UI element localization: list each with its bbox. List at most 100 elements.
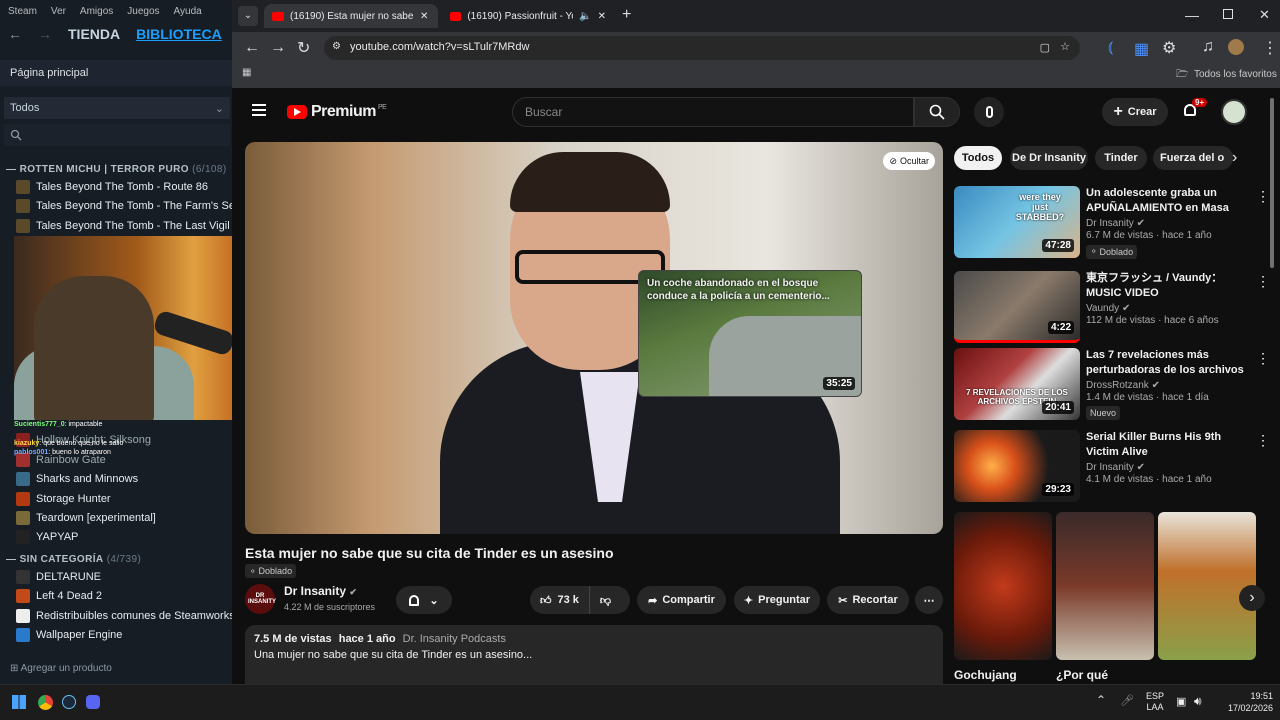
game-item[interactable]: YAPYAP: [16, 528, 78, 546]
chip-tinder[interactable]: Tinder: [1095, 146, 1147, 170]
steam-menu-juegos[interactable]: Juegos: [127, 6, 159, 17]
short-card[interactable]: [1158, 512, 1256, 660]
apps-grid-icon[interactable]: ▦: [242, 67, 251, 78]
search-input[interactable]: Buscar: [512, 97, 914, 127]
language-indicator[interactable]: ESP LAA: [1146, 691, 1164, 713]
dislike-button[interactable]: 👎︎: [590, 594, 611, 607]
description-tag[interactable]: Dr. Insanity Podcasts: [403, 633, 506, 645]
chrome-taskbar-icon[interactable]: [38, 695, 53, 710]
steam-menu-ver[interactable]: Ver: [51, 6, 66, 17]
extension-audio-icon[interactable]: ⦅: [1108, 39, 1113, 57]
microphone-tray-icon[interactable]: 🎤︎: [1120, 694, 1134, 707]
extensions-icon[interactable]: ⚙: [1162, 38, 1176, 58]
scrollbar[interactable]: [1270, 98, 1274, 268]
category-header[interactable]: — SIN CATEGORÍA (4/739): [6, 554, 141, 565]
tab-passionfruit[interactable]: (16190) Passionfruit - YouTu 🔈 ✕: [442, 4, 614, 28]
more-vert-icon[interactable]: ⋮: [1256, 350, 1270, 367]
chrome-menu-icon[interactable]: ⋮: [1262, 38, 1278, 58]
game-item[interactable]: Tales Beyond The Tomb - Route 86: [16, 178, 208, 196]
maximize-button[interactable]: [1223, 9, 1233, 19]
notifications-button[interactable]: 9+: [1182, 98, 1208, 120]
description-box[interactable]: 7.5 M de vistas hace 1 año Dr. Insanity …: [245, 625, 943, 684]
chip-todos[interactable]: Todos: [954, 146, 1002, 170]
channel-name[interactable]: Dr Insanity ✔: [284, 584, 357, 598]
chip-channel[interactable]: De Dr Insanity: [1010, 146, 1088, 170]
media-control-icon[interactable]: ♫: [1202, 38, 1214, 56]
chip-fuerza[interactable]: Fuerza del o: [1153, 146, 1233, 170]
cast-icon[interactable]: ▢: [1040, 41, 1050, 54]
nav-biblioteca[interactable]: BIBLIOTECA: [136, 26, 222, 42]
chevron-right-icon[interactable]: ›: [1232, 149, 1237, 167]
more-vert-icon[interactable]: ⋮: [1256, 188, 1270, 205]
more-vert-icon[interactable]: ⋮: [1256, 432, 1270, 449]
more-actions-button[interactable]: ⋯: [915, 586, 943, 614]
library-search-input[interactable]: [4, 124, 230, 146]
filter-dropdown[interactable]: Todos ⌄: [4, 97, 230, 119]
game-item[interactable]: Redistribuibles comunes de Steamworks: [16, 607, 235, 625]
clip-button[interactable]: ✂ Recortar: [827, 586, 909, 614]
video-player[interactable]: ⊘ Ocultar Un coche abandonado en el bosqu…: [245, 142, 943, 534]
translate-icon[interactable]: ▦: [1134, 39, 1149, 59]
create-button[interactable]: + Crear: [1102, 98, 1168, 126]
channel-avatar[interactable]: DR INSANITY: [245, 584, 276, 614]
home-link[interactable]: Página principal: [0, 60, 232, 86]
forward-icon[interactable]: →: [270, 39, 286, 57]
tab-video[interactable]: (16190) Esta mujer no sabe que ✕: [264, 4, 438, 28]
clock[interactable]: 19:51 17/02/2026: [1228, 690, 1273, 714]
url-input[interactable]: ⚙ youtube.com/watch?v=sLTulr7MRdw ▢ ☆: [324, 36, 1080, 60]
hide-endscreen-button[interactable]: ⊘ Ocultar: [883, 152, 935, 170]
windows-start-icon[interactable]: [12, 695, 26, 709]
game-item[interactable]: Tales Beyond The Tomb - The Farm's Secre…: [16, 197, 253, 215]
search-button[interactable]: [914, 97, 960, 127]
recommended-video[interactable]: 4:22 東京フラッシュ / Vaundy：MUSIC VIDEO Vaundy…: [954, 271, 1276, 343]
recommended-video[interactable]: 7 REVELACIONES DE LOS ARCHIVOS EPSTEIN 2…: [954, 348, 1276, 420]
close-icon[interactable]: ✕: [420, 11, 428, 22]
recommended-video[interactable]: were they just STABBED? 47:28 Un adolesc…: [954, 186, 1276, 259]
nav-tienda[interactable]: TIENDA: [68, 26, 120, 42]
minimize-button[interactable]: —: [1185, 7, 1199, 23]
network-icon[interactable]: ▣: [1176, 695, 1186, 708]
game-item[interactable]: Left 4 Dead 2: [16, 587, 102, 605]
bookmark-star-icon[interactable]: ☆: [1060, 40, 1070, 53]
forward-arrow-icon[interactable]: →: [38, 26, 52, 42]
account-avatar[interactable]: [1221, 99, 1247, 125]
short-card[interactable]: [954, 512, 1052, 660]
share-button[interactable]: ➦ Compartir: [637, 586, 726, 614]
reload-icon[interactable]: ↻: [297, 38, 310, 58]
ask-button[interactable]: ✦ Preguntar: [734, 586, 820, 614]
back-icon[interactable]: ←: [244, 39, 260, 57]
profile-avatar[interactable]: [1228, 39, 1244, 55]
menu-hamburger-icon[interactable]: [252, 104, 266, 116]
all-bookmarks-link[interactable]: Todos los favoritos: [1194, 69, 1277, 80]
close-window-button[interactable]: ✕: [1259, 7, 1270, 23]
game-item[interactable]: Teardown [experimental]: [16, 509, 156, 527]
recommended-video[interactable]: 29:23 Serial Killer Burns His 9th Victim…: [954, 430, 1276, 502]
game-item[interactable]: DELTARUNE: [16, 568, 101, 586]
site-info-icon[interactable]: ⚙: [332, 41, 341, 52]
voice-search-button[interactable]: [974, 97, 1004, 127]
steam-menu-ayuda[interactable]: Ayuda: [174, 6, 202, 17]
discord-taskbar-icon[interactable]: [86, 695, 100, 709]
category-header[interactable]: — ROTTEN MICHU | TERROR PURO (6/108): [6, 164, 227, 175]
endscreen-video-card[interactable]: Un coche abandonado en el bosque conduce…: [638, 270, 862, 397]
shorts-next-button[interactable]: ›: [1239, 585, 1265, 611]
steam-taskbar-icon[interactable]: [62, 695, 76, 709]
new-tab-button[interactable]: +: [622, 6, 631, 24]
steam-menu-steam[interactable]: Steam: [8, 6, 37, 17]
game-item[interactable]: Wallpaper Engine: [16, 626, 122, 644]
chevron-up-icon[interactable]: ⌃: [1096, 693, 1106, 707]
volume-icon[interactable]: 🔊︎: [1194, 694, 1202, 709]
more-vert-icon[interactable]: ⋮: [1256, 273, 1270, 290]
short-card[interactable]: [1056, 512, 1154, 660]
game-item[interactable]: Storage Hunter: [16, 490, 111, 508]
back-arrow-icon[interactable]: ←: [8, 26, 22, 42]
notification-bell-button[interactable]: ⌄: [396, 586, 452, 614]
add-product-button[interactable]: ⊞ Agregar un producto: [10, 663, 112, 674]
close-icon[interactable]: ✕: [598, 11, 606, 22]
game-item[interactable]: Tales Beyond The Tomb - The Last Vigil: [16, 217, 230, 235]
tab-search-button[interactable]: ⌄: [238, 6, 258, 26]
youtube-logo[interactable]: Premium PE: [287, 103, 387, 121]
like-button[interactable]: 👍︎ 73 k: [530, 586, 590, 614]
steam-menu-amigos[interactable]: Amigos: [80, 6, 113, 17]
game-item[interactable]: Sharks and Minnows: [16, 470, 138, 488]
